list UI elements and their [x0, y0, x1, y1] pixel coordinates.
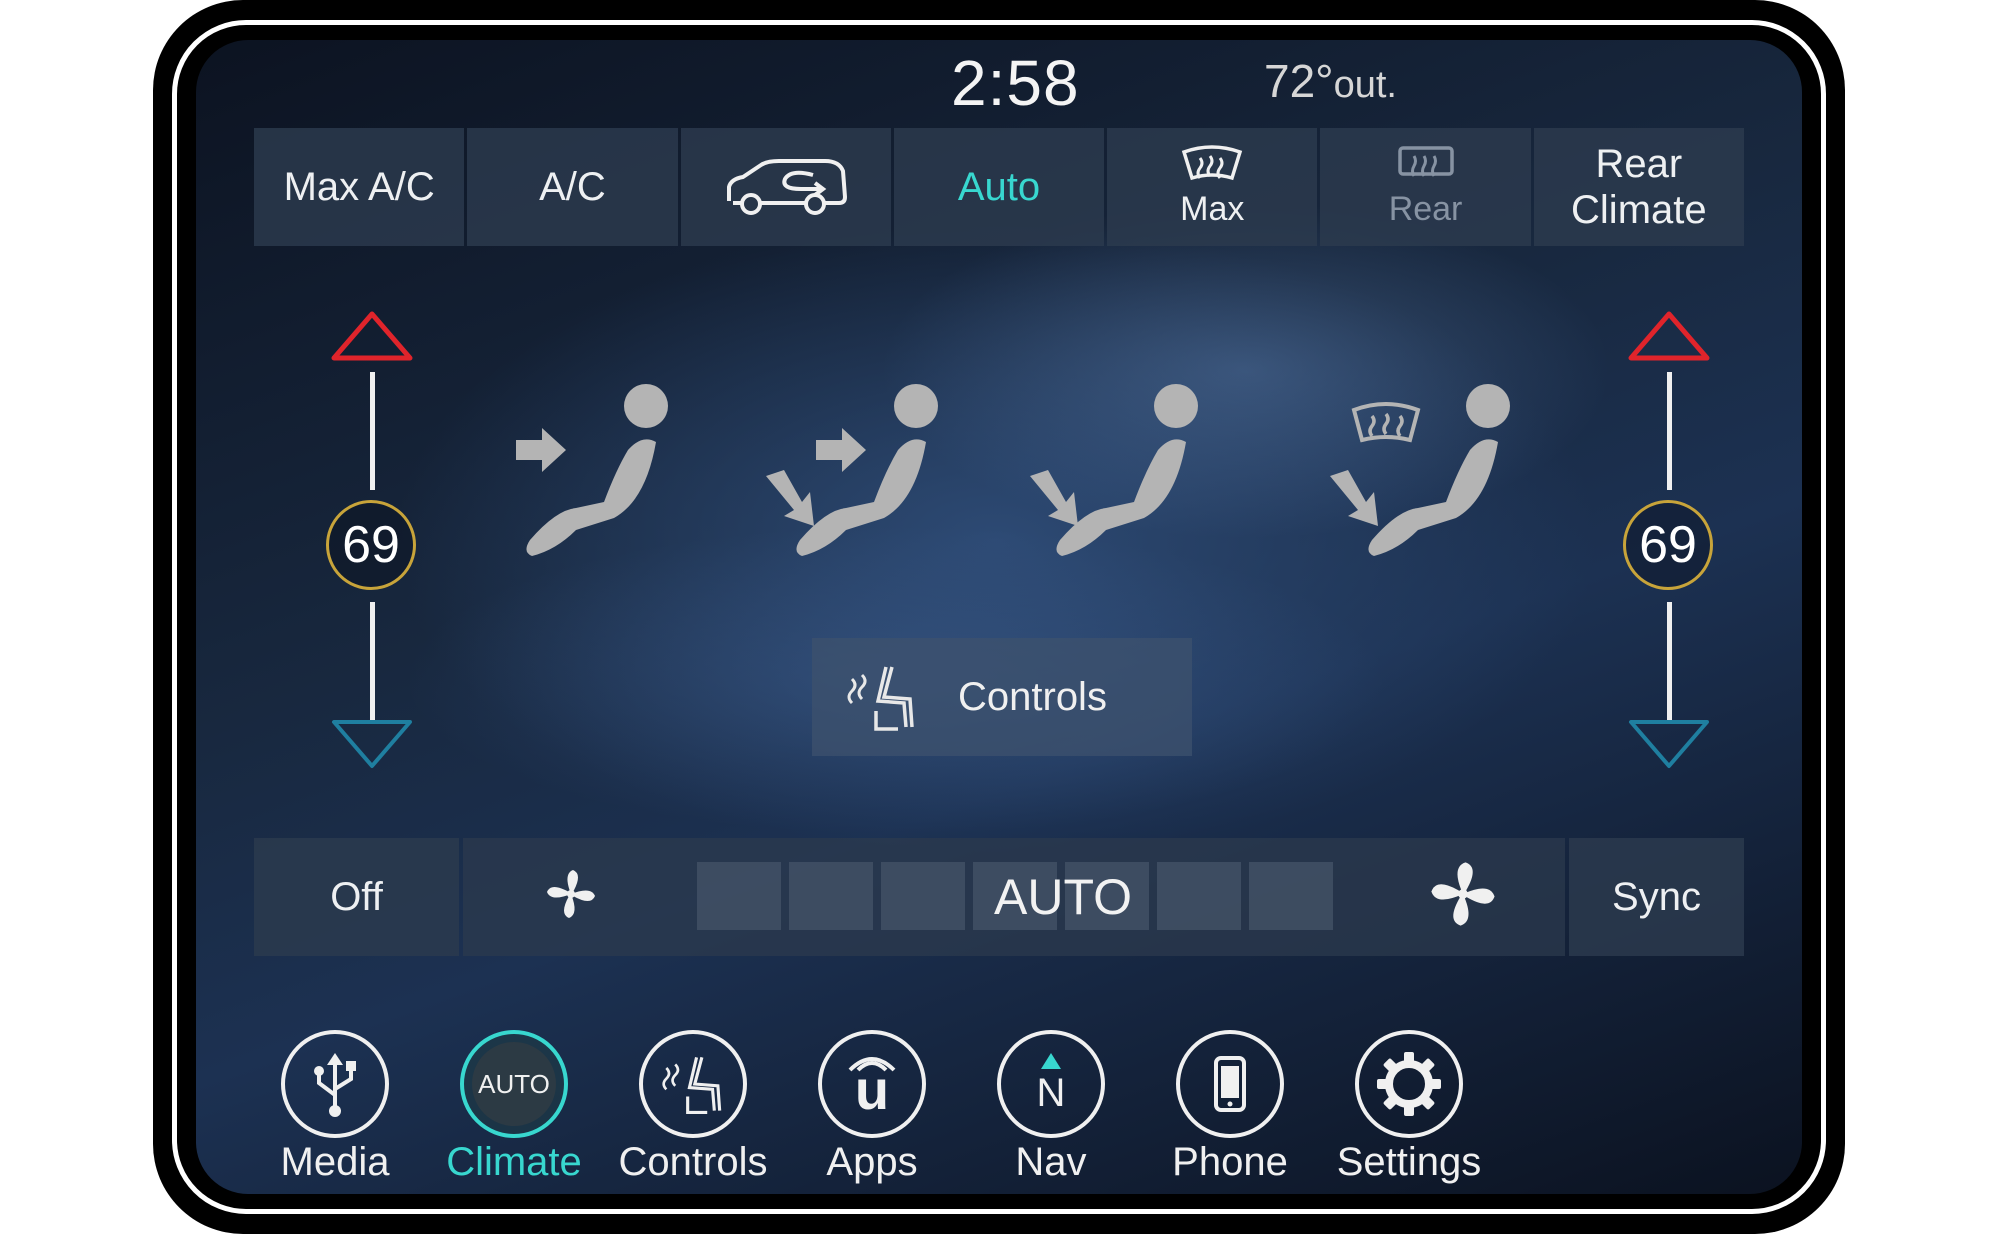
driver-temperature-value: 69 — [326, 500, 416, 590]
nav-settings[interactable]: Settings — [1319, 1030, 1499, 1185]
max-ac-button[interactable]: Max A/C — [254, 128, 465, 246]
usb-icon — [314, 1053, 356, 1117]
driver-temp-down-icon[interactable] — [330, 718, 414, 770]
rear-climate-button[interactable]: Rear Climate — [1533, 128, 1744, 246]
recirculation-button[interactable] — [680, 128, 891, 246]
heated-seat-icon — [847, 666, 914, 731]
passenger-temp-slider-upper[interactable] — [1667, 372, 1672, 490]
bottom-navigation: Media AUTO Climate Controls u Apps N Nav… — [196, 1030, 1802, 1194]
climate-top-controls: Max A/C A/C Auto Max Rear Rear Climate — [254, 128, 1744, 246]
nav-nav[interactable]: N Nav — [961, 1030, 1141, 1185]
nav-apps[interactable]: u Apps — [782, 1030, 962, 1185]
phone-icon — [1214, 1056, 1246, 1112]
passenger-temp-down-icon[interactable] — [1627, 718, 1711, 770]
climate-auto-icon: AUTO — [472, 1042, 556, 1126]
fan-segment-7[interactable] — [1249, 862, 1333, 930]
seat-controls-label: Controls — [958, 674, 1107, 719]
heated-seat-icon — [662, 1056, 722, 1114]
airflow-bilevel-icon — [766, 384, 938, 556]
uconnect-icon: u — [842, 1052, 902, 1118]
car-recirculation-icon — [726, 159, 847, 215]
fan-segment-1[interactable] — [697, 862, 781, 930]
nav-controls[interactable]: Controls — [603, 1030, 783, 1185]
driver-temp-slider-lower[interactable] — [370, 602, 375, 720]
driver-temp-up-icon[interactable] — [330, 310, 414, 362]
nav-media[interactable]: Media — [245, 1030, 425, 1185]
fan-auto-label: AUTO — [994, 869, 1132, 925]
fan-speed-row: Off AUTO Sync — [254, 838, 1744, 956]
compass-icon: N — [1021, 1049, 1081, 1119]
fan-segment-2[interactable] — [789, 862, 873, 930]
passenger-temperature-control: 69 — [1614, 310, 1724, 770]
rear-defrost-button[interactable]: Rear — [1320, 128, 1531, 246]
clock: 2:58 — [951, 47, 1080, 119]
auto-button[interactable]: Auto — [893, 128, 1105, 246]
nav-phone[interactable]: Phone — [1140, 1030, 1320, 1185]
airflow-panel-icon — [516, 384, 668, 556]
passenger-temp-up-icon[interactable] — [1627, 310, 1711, 362]
outside-temperature: 72°out. — [1264, 55, 1397, 107]
climate-screen: 2:58 72°out. Max A/C A/C Auto Max Rear R… — [196, 40, 1802, 1194]
status-bar: 2:58 72°out. — [196, 40, 1802, 120]
seat-controls-button[interactable]: Controls — [812, 638, 1192, 756]
fan-segment-3[interactable] — [881, 862, 965, 930]
passenger-temperature-value: 69 — [1623, 500, 1713, 590]
gear-icon — [1377, 1052, 1441, 1116]
passenger-temp-slider-lower[interactable] — [1667, 602, 1672, 720]
mode-panel-button[interactable] — [496, 380, 696, 570]
rear-defrost-icon — [1397, 146, 1454, 178]
fan-low-icon[interactable] — [543, 866, 599, 922]
mode-floor-button[interactable] — [1026, 380, 1226, 570]
fan-speed-slider[interactable]: AUTO — [463, 838, 1565, 956]
driver-temp-slider-upper[interactable] — [370, 372, 375, 490]
fan-high-icon[interactable] — [1429, 860, 1497, 928]
sync-button[interactable]: Sync — [1569, 838, 1744, 956]
airflow-floor-icon — [1030, 384, 1198, 556]
nav-climate[interactable]: AUTO Climate — [424, 1030, 604, 1185]
driver-temperature-control: 69 — [317, 310, 427, 770]
ac-button[interactable]: A/C — [467, 128, 678, 246]
fan-segment-6[interactable] — [1157, 862, 1241, 930]
front-defrost-icon — [1182, 145, 1243, 181]
mode-bilevel-button[interactable] — [756, 380, 956, 570]
fan-off-button[interactable]: Off — [254, 838, 459, 956]
mode-floor-defrost-button[interactable] — [1316, 380, 1516, 570]
airflow-floor-defrost-icon — [1330, 384, 1510, 556]
max-defrost-button[interactable]: Max — [1107, 128, 1318, 246]
